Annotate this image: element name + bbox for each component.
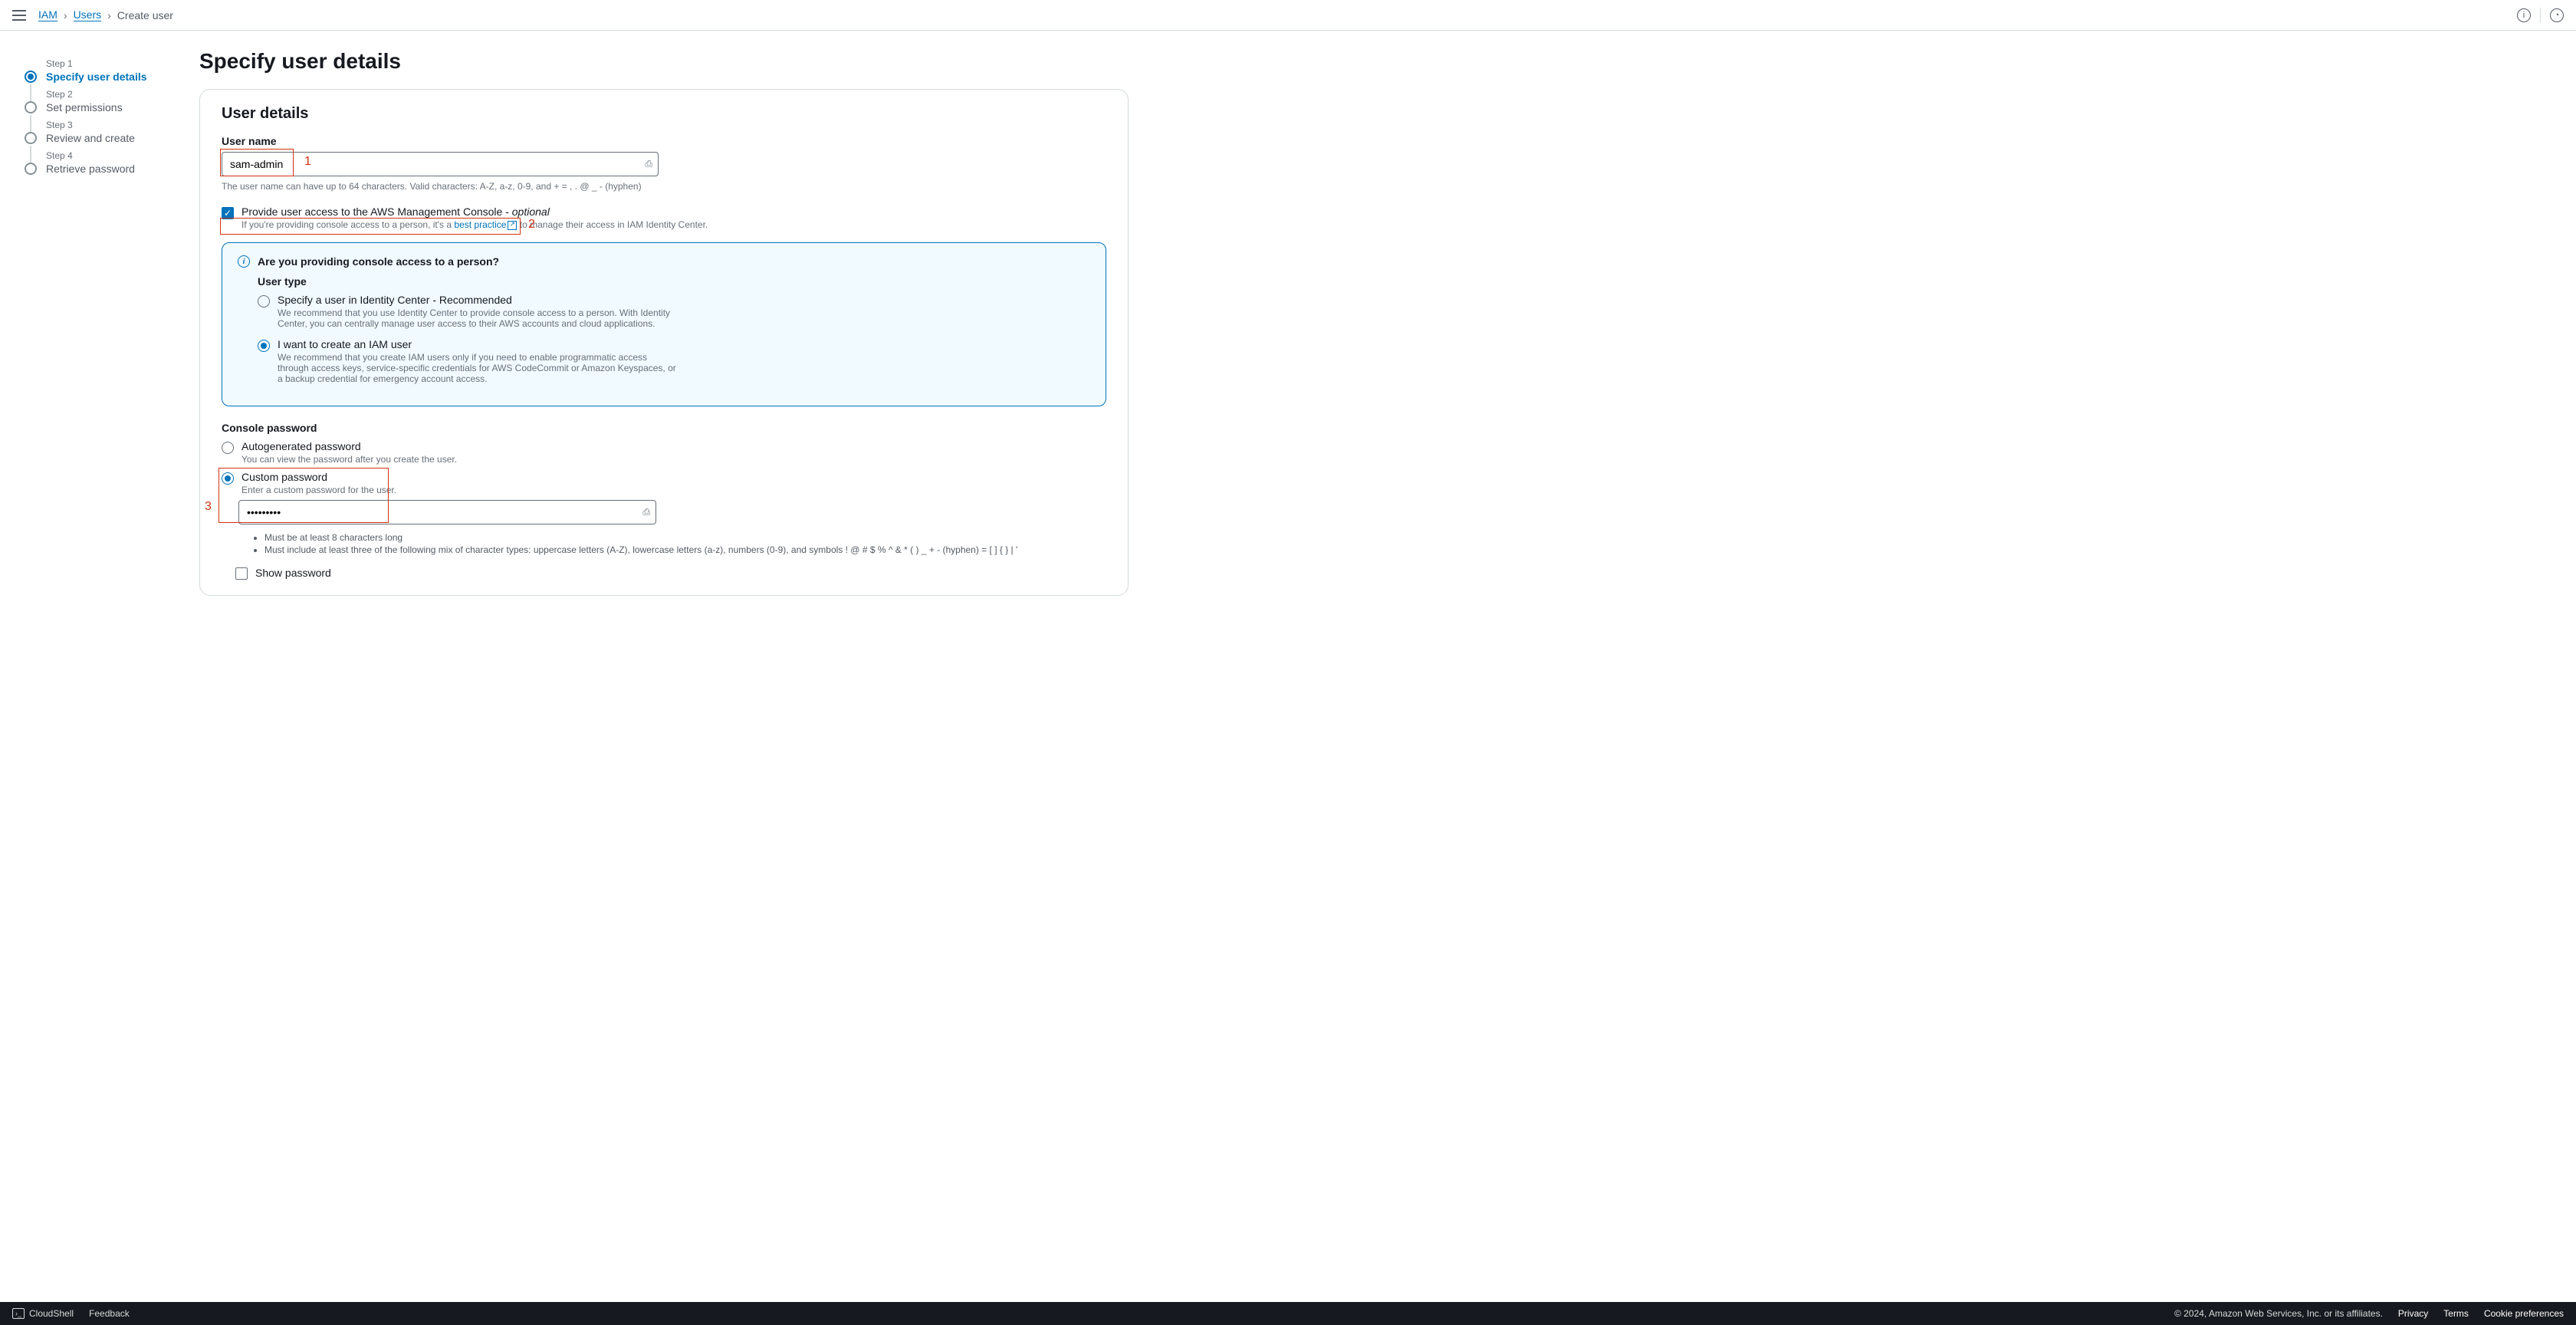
username-hint: The user name can have up to 64 characte…	[222, 181, 1106, 192]
radio-unselected	[258, 295, 270, 307]
step-number: Step 1	[46, 58, 147, 69]
breadcrumb-users[interactable]: Users	[74, 8, 102, 21]
chevron-right-icon: ›	[64, 9, 67, 21]
page-title: Specify user details	[199, 49, 1129, 74]
radio-selected	[222, 472, 234, 485]
show-password-checkbox[interactable]	[235, 567, 248, 580]
feedback-link[interactable]: Feedback	[89, 1308, 130, 1319]
radio-custom-label: Custom password	[242, 471, 656, 483]
breadcrumb-current: Create user	[117, 9, 173, 21]
console-password-heading: Console password	[222, 422, 1106, 434]
radio-iam-label: I want to create an IAM user	[278, 338, 676, 350]
user-type-infobox: i Are you providing console access to a …	[222, 242, 1106, 406]
step-2[interactable]: Step 2 Set permissions	[25, 86, 199, 113]
cloudshell-button[interactable]: ›_ CloudShell	[12, 1308, 74, 1319]
show-password-label: Show password	[255, 567, 331, 579]
cookie-prefs-link[interactable]: Cookie preferences	[2484, 1308, 2564, 1319]
terms-link[interactable]: Terms	[2443, 1308, 2469, 1319]
breadcrumb-iam[interactable]: IAM	[38, 8, 58, 21]
wizard-steps: Step 1 Specify user details Step 2 Set p…	[0, 49, 199, 596]
step-number: Step 2	[46, 89, 123, 100]
radio-unselected	[222, 442, 234, 454]
password-input[interactable]	[238, 500, 656, 524]
radio-auto-hint: You can view the password after you crea…	[242, 454, 457, 465]
step-4[interactable]: Step 4 Retrieve password	[25, 147, 199, 175]
info-icon: i	[238, 255, 250, 268]
pw-req-2: Must include at least three of the follo…	[264, 544, 1106, 555]
step-marker	[25, 163, 37, 175]
autofill-icon: ⎙	[645, 159, 652, 170]
radio-identity-label: Specify a user in Identity Center - Reco…	[278, 294, 676, 306]
topbar: IAM › Users › Create user i ◔	[0, 0, 2576, 31]
step-number: Step 4	[46, 150, 135, 161]
radio-iam-hint: We recommend that you create IAM users o…	[278, 352, 676, 384]
step-marker	[25, 101, 37, 113]
console-access-checkbox[interactable]: ✓	[222, 207, 234, 219]
step-3[interactable]: Step 3 Review and create	[25, 117, 199, 144]
separator	[2540, 8, 2541, 23]
chevron-right-icon: ›	[107, 9, 111, 21]
radio-autogenerated[interactable]: Autogenerated password You can view the …	[222, 440, 1106, 465]
user-type-heading: User type	[258, 275, 1090, 288]
copyright: © 2024, Amazon Web Services, Inc. or its…	[2174, 1308, 2383, 1319]
infobox-header: Are you providing console access to a pe…	[258, 255, 499, 268]
annotation-3: 3	[205, 500, 212, 514]
step-label: Retrieve password	[46, 163, 135, 175]
panel-title: User details	[222, 105, 1106, 123]
console-access-label: Provide user access to the AWS Managemen…	[242, 205, 550, 218]
radio-custom-hint: Enter a custom password for the user.	[242, 485, 640, 495]
step-label: Set permissions	[46, 101, 123, 113]
info-icon[interactable]: i	[2517, 8, 2531, 22]
step-label: Specify user details	[46, 71, 147, 83]
radio-identity-center[interactable]: Specify a user in Identity Center - Reco…	[258, 294, 1090, 329]
best-practice-link[interactable]: best practice	[454, 219, 506, 230]
settings-icon[interactable]: ◔	[2550, 8, 2564, 22]
username-input[interactable]	[222, 152, 659, 176]
username-label: User name	[222, 135, 1106, 147]
autofill-icon: ⎙	[642, 507, 650, 518]
step-number: Step 3	[46, 120, 135, 130]
radio-custom-password[interactable]: Custom password Enter a custom password …	[222, 471, 1106, 524]
console-access-hint: If you're providing console access to a …	[242, 219, 708, 230]
radio-selected	[258, 340, 270, 352]
user-details-panel: User details User name ⎙ 1 The user name…	[199, 89, 1129, 596]
external-link-icon	[508, 221, 517, 230]
annotation-1: 1	[304, 155, 311, 169]
step-marker	[25, 132, 37, 144]
step-label: Review and create	[46, 132, 135, 144]
pw-req-1: Must be at least 8 characters long	[264, 532, 1106, 543]
privacy-link[interactable]: Privacy	[2398, 1308, 2428, 1319]
breadcrumb: IAM › Users › Create user	[38, 8, 173, 21]
password-requirements: Must be at least 8 characters long Must …	[251, 532, 1106, 555]
step-1[interactable]: Step 1 Specify user details	[25, 55, 199, 83]
menu-icon[interactable]	[12, 10, 26, 21]
step-marker-active	[25, 71, 37, 83]
radio-identity-hint: We recommend that you use Identity Cente…	[278, 307, 676, 329]
radio-iam-user[interactable]: I want to create an IAM user We recommen…	[258, 338, 1090, 384]
annotation-2: 2	[528, 218, 535, 232]
cloudshell-icon: ›_	[12, 1308, 25, 1319]
radio-auto-label: Autogenerated password	[242, 440, 457, 452]
footer: ›_ CloudShell Feedback © 2024, Amazon We…	[0, 1302, 2576, 1325]
